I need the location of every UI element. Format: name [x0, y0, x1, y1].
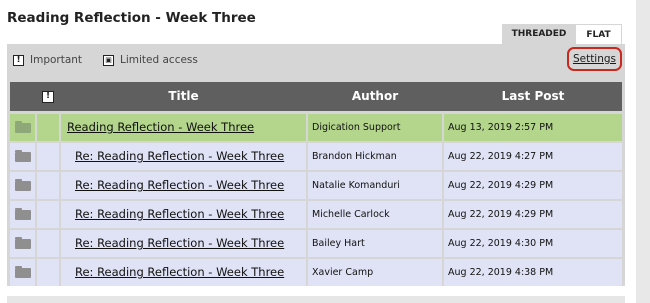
last-post-cell: Aug 22, 2019 4:27 PM	[444, 143, 622, 170]
page-scroll-gutter	[636, 0, 650, 303]
reply-title-link[interactable]: Re: Reading Reflection - Week Three	[61, 230, 306, 257]
discussion-table: ! Title Author Last Post Reading Reflect…	[7, 76, 625, 286]
author-cell: Bailey Hart	[308, 230, 442, 257]
reply-title-link[interactable]: Re: Reading Reflection - Week Three	[61, 172, 306, 199]
page-title: Reading Reflection - Week Three	[7, 10, 256, 26]
thread-title-link[interactable]: Reading Reflection - Week Three	[61, 114, 306, 141]
author-cell: Xavier Camp	[308, 259, 442, 286]
reply-title-link[interactable]: Re: Reading Reflection - Week Three	[61, 201, 306, 228]
folder-cell	[10, 114, 35, 141]
folder-cell	[10, 172, 35, 199]
tab-threaded[interactable]: THREADED	[502, 24, 576, 44]
header-author[interactable]: Author	[308, 82, 442, 111]
last-post-cell: Aug 13, 2019 2:57 PM	[444, 114, 622, 141]
folder-icon	[14, 178, 31, 191]
folder-icon	[14, 265, 31, 278]
table-row: Re: Reading Reflection - Week Three Bran…	[10, 143, 622, 170]
legend-important: ! Important	[13, 53, 82, 67]
author-cell: Digication Support	[308, 114, 442, 141]
important-cell	[37, 172, 59, 199]
reply-title-link[interactable]: Re: Reading Reflection - Week Three	[61, 143, 306, 170]
folder-icon	[14, 236, 31, 249]
limited-access-icon: ▣	[103, 54, 114, 66]
folder-cell	[10, 230, 35, 257]
legend-bar: ! Important ▣ Limited access	[7, 44, 625, 76]
folder-icon	[14, 149, 31, 162]
last-post-cell: Aug 22, 2019 4:38 PM	[444, 259, 622, 286]
next-section-edge	[7, 296, 625, 303]
important-cell	[37, 114, 59, 141]
table-row: Re: Reading Reflection - Week Three Mich…	[10, 201, 622, 228]
header-title[interactable]: Title	[61, 82, 306, 111]
important-cell	[37, 201, 59, 228]
last-post-cell: Aug 22, 2019 4:29 PM	[444, 201, 622, 228]
last-post-cell: Aug 22, 2019 4:29 PM	[444, 172, 622, 199]
tab-flat[interactable]: FLAT	[576, 24, 622, 44]
important-cell	[37, 230, 59, 257]
last-post-cell: Aug 22, 2019 4:30 PM	[444, 230, 622, 257]
legend-limited-label: Limited access	[120, 54, 198, 66]
legend-limited-access: ▣ Limited access	[103, 53, 198, 67]
table-row: Re: Reading Reflection - Week Three Nata…	[10, 172, 622, 199]
view-mode-tabs: THREADED FLAT	[502, 24, 622, 44]
folder-icon	[14, 120, 31, 133]
folder-cell	[10, 259, 35, 286]
reply-title-link[interactable]: Re: Reading Reflection - Week Three	[61, 259, 306, 286]
table-row: Re: Reading Reflection - Week Three Bail…	[10, 230, 622, 257]
important-cell	[37, 259, 59, 286]
header-important-column: !	[37, 82, 59, 111]
header-last-post[interactable]: Last Post	[444, 82, 622, 111]
author-cell: Michelle Carlock	[308, 201, 442, 228]
table-header: ! Title Author Last Post	[10, 82, 622, 111]
folder-cell	[10, 143, 35, 170]
important-cell	[37, 143, 59, 170]
table-row: Reading Reflection - Week Three Digicati…	[10, 114, 622, 141]
important-icon: !	[42, 90, 54, 103]
important-icon: !	[13, 54, 24, 66]
author-cell: Brandon Hickman	[308, 143, 442, 170]
settings-link[interactable]: Settings	[567, 47, 622, 71]
folder-icon	[14, 207, 31, 220]
legend-important-label: Important	[30, 54, 83, 66]
author-cell: Natalie Komanduri	[308, 172, 442, 199]
folder-cell	[10, 201, 35, 228]
table-row: Re: Reading Reflection - Week Three Xavi…	[10, 259, 622, 286]
